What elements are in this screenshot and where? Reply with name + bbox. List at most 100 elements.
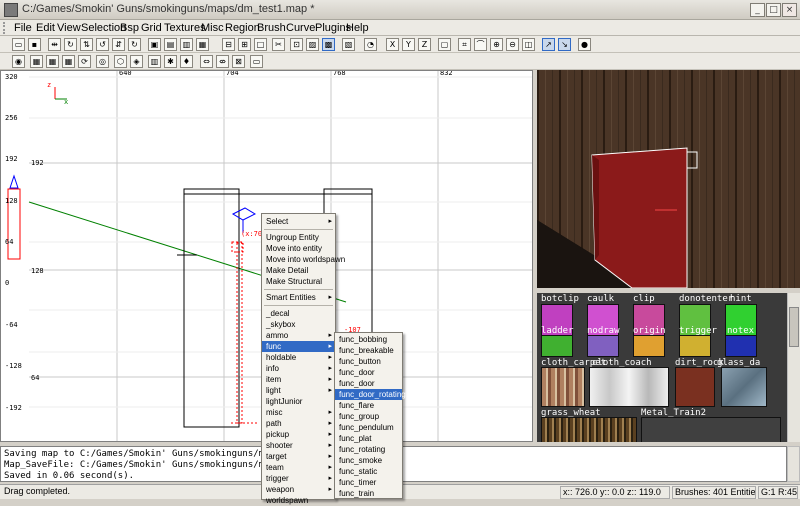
texture-nodraw[interactable]	[587, 335, 619, 357]
menu-curve[interactable]: Curve	[286, 22, 315, 34]
ctx-item-ammo[interactable]: ammo ▸	[262, 330, 335, 341]
texture-grass-wheat[interactable]	[541, 417, 637, 442]
flip-y-icon[interactable]: ⇅	[80, 38, 93, 51]
func-item-func-button[interactable]: func_button	[335, 356, 402, 367]
texture-metal-train2[interactable]	[641, 417, 781, 442]
csg-subtract-icon[interactable]: ⊟	[222, 38, 235, 51]
func-item-func-door-rotating[interactable]: func_door_rotating	[335, 389, 406, 400]
func-item-func-flare[interactable]: func_flare	[335, 400, 402, 411]
scale-z-icon[interactable]: Z	[418, 38, 431, 51]
entity-icon[interactable]: ♦	[180, 55, 193, 68]
texture-scrollbar[interactable]	[787, 293, 800, 442]
open-icon[interactable]: ▭	[12, 38, 25, 51]
texture-browser[interactable]: botclip caulk clip donotenter hint ladde…	[537, 293, 787, 442]
func-item-func-static[interactable]: func_static	[335, 466, 402, 477]
save-icon[interactable]: ▪	[28, 38, 41, 51]
show-bezier-icon[interactable]: ●	[578, 38, 591, 51]
menu-textures[interactable]: Textures	[164, 22, 206, 34]
globe-icon[interactable]: ◉	[12, 55, 25, 68]
show-entities-icon[interactable]: ▢	[438, 38, 451, 51]
menu-bsp[interactable]: Bsp	[120, 22, 139, 34]
func-item-func-plat[interactable]: func_plat	[335, 433, 402, 444]
close-button[interactable]: ×	[782, 3, 797, 17]
patch-delete-icon[interactable]: ⊖	[506, 38, 519, 51]
arrow-merge-icon[interactable]: ⇎	[216, 55, 229, 68]
ctx-item-make-structural[interactable]: Make Structural	[262, 276, 335, 287]
menu-file[interactable]: File	[14, 22, 32, 34]
ctx-item-move-into-entity[interactable]: Move into entity	[262, 243, 335, 254]
grid-texture-2-icon[interactable]: ▦	[46, 55, 59, 68]
camera-view-icon[interactable]: ▩	[322, 38, 335, 51]
ctx-item-misc[interactable]: misc ▸	[262, 407, 335, 418]
minimize-button[interactable]: _	[750, 3, 765, 17]
hexagon-icon[interactable]: ⬡	[114, 55, 127, 68]
func-item-func-door[interactable]: func_door	[335, 367, 402, 378]
ctx-item-weapon[interactable]: weapon ▸	[262, 484, 335, 495]
texture-ladder[interactable]	[541, 335, 573, 357]
ctx-item-info[interactable]: info ▸	[262, 363, 335, 374]
texture-scroll-thumb[interactable]	[789, 307, 799, 347]
ctx-item-team[interactable]: team ▸	[262, 462, 335, 473]
refresh-icon[interactable]: ⟳	[78, 55, 91, 68]
func-item-func-breakable[interactable]: func_breakable	[335, 345, 402, 356]
rotate-mode-icon[interactable]: ◔	[364, 38, 377, 51]
patch-icon[interactable]: ⌗	[458, 38, 471, 51]
patch-bend-icon[interactable]: ⌒	[474, 38, 487, 51]
texture-fit-icon[interactable]: ▥	[148, 55, 161, 68]
ctx-item-skybox[interactable]: _skybox	[262, 319, 335, 330]
texture-glass-da[interactable]	[721, 367, 767, 407]
texture-lock-icon[interactable]: ▨	[306, 38, 319, 51]
patch-insert-icon[interactable]: ⊕	[490, 38, 503, 51]
ctx-item-target[interactable]: target ▸	[262, 451, 335, 462]
menu-edit[interactable]: Edit	[36, 22, 55, 34]
clipper-icon[interactable]: ✂	[272, 38, 285, 51]
console-scrollbar[interactable]	[787, 446, 800, 482]
rotate-x-icon[interactable]: ↻	[64, 38, 77, 51]
weld-icon[interactable]: ↗	[542, 38, 555, 51]
texture-trigger[interactable]	[679, 335, 711, 357]
ctx-item-move-into-worldspawn[interactable]: Move into worldspawn	[262, 254, 345, 265]
menu-grid[interactable]: Grid	[141, 22, 162, 34]
func-item-func-door[interactable]: func_door	[335, 378, 402, 389]
func-item-func-rotating[interactable]: func_rotating	[335, 444, 402, 455]
flip-x-icon[interactable]: ⇹	[48, 38, 61, 51]
func-item-func-train[interactable]: func_train	[335, 488, 402, 499]
ctx-item-smart-entities[interactable]: Smart Entities ▸	[262, 292, 335, 303]
select-box-icon[interactable]: ▭	[250, 55, 263, 68]
arrow-split-icon[interactable]: ⇔	[200, 55, 213, 68]
texture-cloth-coach[interactable]	[589, 367, 669, 407]
menu-help[interactable]: Help	[346, 22, 369, 34]
texture-origin[interactable]	[633, 335, 665, 357]
grid-texture-3-icon[interactable]: ▦	[62, 55, 75, 68]
complete-tall-icon[interactable]: ▣	[148, 38, 161, 51]
ctx-item-pickup[interactable]: pickup ▸	[262, 429, 335, 440]
ctx-item-select[interactable]: Select ▸	[262, 216, 335, 227]
menu-misc[interactable]: Misc	[201, 22, 224, 34]
select-partial-icon[interactable]: ▥	[180, 38, 193, 51]
camera-3d-view[interactable]	[537, 70, 800, 288]
menu-region[interactable]: Region	[225, 22, 260, 34]
func-item-func-pendulum[interactable]: func_pendulum	[335, 422, 402, 433]
cycle-icon[interactable]: ◎	[96, 55, 109, 68]
rotate-z-icon[interactable]: ↻	[128, 38, 141, 51]
ctx-item-item[interactable]: item ▸	[262, 374, 335, 385]
ctx-item-light[interactable]: light ▸	[262, 385, 335, 396]
scale-y-icon[interactable]: Y	[402, 38, 415, 51]
ctx-item-make-detail[interactable]: Make Detail	[262, 265, 335, 276]
bug-icon[interactable]: ✱	[164, 55, 177, 68]
ctx-item-ungroup-entity[interactable]: Ungroup Entity	[262, 232, 335, 243]
menu-brush[interactable]: Brush	[257, 22, 286, 34]
select-inside-icon[interactable]: ▦	[196, 38, 209, 51]
ctx-item-lightjunior[interactable]: lightJunior	[262, 396, 335, 407]
ctx-item-trigger[interactable]: trigger ▸	[262, 473, 335, 484]
select-touching-icon[interactable]: ▤	[164, 38, 177, 51]
texture-dirt-rock[interactable]	[675, 367, 715, 407]
csg-merge-icon[interactable]: ⊞	[238, 38, 251, 51]
func-item-func-smoke[interactable]: func_smoke	[335, 455, 402, 466]
menu-view[interactable]: View	[57, 22, 81, 34]
maximize-button[interactable]: □	[766, 3, 781, 17]
func-item-func-timer[interactable]: func_timer	[335, 477, 402, 488]
rotate-y-icon[interactable]: ↺	[96, 38, 109, 51]
grid-texture-icon[interactable]: ▦	[30, 55, 43, 68]
cube-icon[interactable]: ◈	[130, 55, 143, 68]
